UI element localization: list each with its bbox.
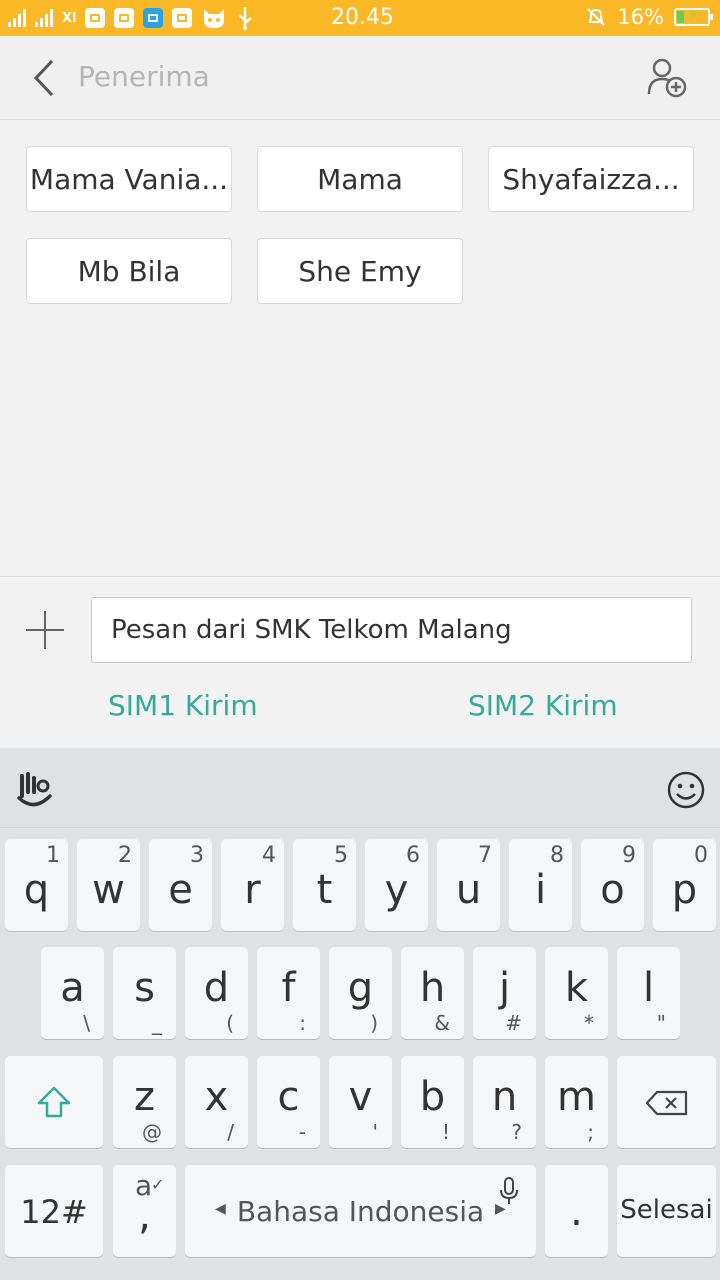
key-d[interactable]: d( <box>185 947 248 1039</box>
page-title: Penerima <box>78 60 210 93</box>
key-g[interactable]: g) <box>329 947 392 1039</box>
key-a[interactable]: a \ <box>41 947 104 1039</box>
key-p[interactable]: 0p <box>653 839 716 931</box>
key-k[interactable]: k * <box>545 947 608 1039</box>
check-icon: ✓ <box>151 1175 165 1194</box>
comma-key[interactable]: a ✓ , <box>113 1165 176 1257</box>
shift-key[interactable] <box>5 1056 103 1148</box>
backspace-icon <box>645 1090 688 1116</box>
key-f[interactable]: f: <box>257 947 320 1039</box>
compose-area: Pesan dari SMK Telkom Malang SIM1 Kirim … <box>0 576 720 748</box>
period-key[interactable]: . <box>545 1165 608 1257</box>
key-u[interactable]: 7u <box>437 839 500 931</box>
key-m[interactable]: m; <box>545 1056 608 1148</box>
key-i[interactable]: 8i <box>509 839 572 931</box>
bbm-icon <box>85 8 106 28</box>
space-key[interactable]: ◀ Bahasa Indonesia ▶ <box>185 1165 536 1257</box>
key-l[interactable]: l " <box>617 947 680 1039</box>
key-t[interactable]: 5t <box>293 839 356 931</box>
status-time: 20.45 <box>331 5 394 30</box>
recipient-chip[interactable]: Shyafaizza... <box>488 146 694 212</box>
attach-plus-icon[interactable] <box>26 611 64 649</box>
add-contact-icon[interactable] <box>646 56 688 98</box>
key-n[interactable]: n? <box>473 1056 536 1148</box>
battery-icon: ⚡ <box>674 8 713 26</box>
keyboard-toolbar <box>0 748 720 828</box>
notification-icon <box>114 8 135 28</box>
usb-icon <box>238 7 253 30</box>
sim2-send-button[interactable]: SIM2 Kirim <box>468 689 618 722</box>
carrier-label: Xl <box>62 10 77 26</box>
sim1-send-button[interactable]: SIM1 Kirim <box>108 689 258 722</box>
signal-icon <box>8 9 26 27</box>
key-s[interactable]: s _ <box>113 947 176 1039</box>
recipient-chip[interactable]: Mama <box>257 146 463 212</box>
battery-percent: 16% <box>617 5 664 29</box>
status-bar: Xl 20.45 16% ⚡ <box>0 0 720 36</box>
cat-icon <box>204 9 225 28</box>
message-icon <box>143 8 164 28</box>
bbm-2-icon <box>172 8 193 28</box>
back-arrow-icon[interactable] <box>26 58 66 98</box>
symbols-key[interactable]: 12# <box>5 1165 103 1257</box>
emoji-icon[interactable] <box>666 770 706 810</box>
key-y[interactable]: 6y <box>365 839 428 931</box>
mute-bell-icon <box>587 8 606 26</box>
app-header: Penerima <box>0 36 720 120</box>
recipient-chip[interactable]: She Emy <box>257 238 463 304</box>
recipient-chip[interactable]: Mama Vania... <box>26 146 232 212</box>
key-z[interactable]: z @ <box>113 1056 176 1148</box>
recipient-chip[interactable]: Mb Bila <box>26 238 232 304</box>
signal-2-icon <box>35 9 53 27</box>
key-j[interactable]: j # <box>473 947 536 1039</box>
key-o[interactable]: 9o <box>581 839 644 931</box>
key-v[interactable]: v ' <box>329 1056 392 1148</box>
key-b[interactable]: b! <box>401 1056 464 1148</box>
key-h[interactable]: h & <box>401 947 464 1039</box>
key-r[interactable]: 4r <box>221 839 284 931</box>
microphone-icon <box>500 1177 518 1204</box>
backspace-key[interactable] <box>617 1056 716 1148</box>
touchpal-logo-icon[interactable] <box>16 770 54 810</box>
key-x[interactable]: x / <box>185 1056 248 1148</box>
message-input[interactable]: Pesan dari SMK Telkom Malang <box>91 597 692 663</box>
key-w[interactable]: 2w <box>77 839 140 931</box>
key-c[interactable]: c- <box>257 1056 320 1148</box>
done-key[interactable]: Selesai <box>617 1165 716 1257</box>
key-e[interactable]: 3e <box>149 839 212 931</box>
shift-arrow-icon <box>37 1086 71 1118</box>
keyboard: 1q 2w 3e 4r 5t 6y 7u 8i 9o 0p a \ s _ d( f… <box>0 828 720 1280</box>
key-q[interactable]: 1q <box>5 839 68 931</box>
